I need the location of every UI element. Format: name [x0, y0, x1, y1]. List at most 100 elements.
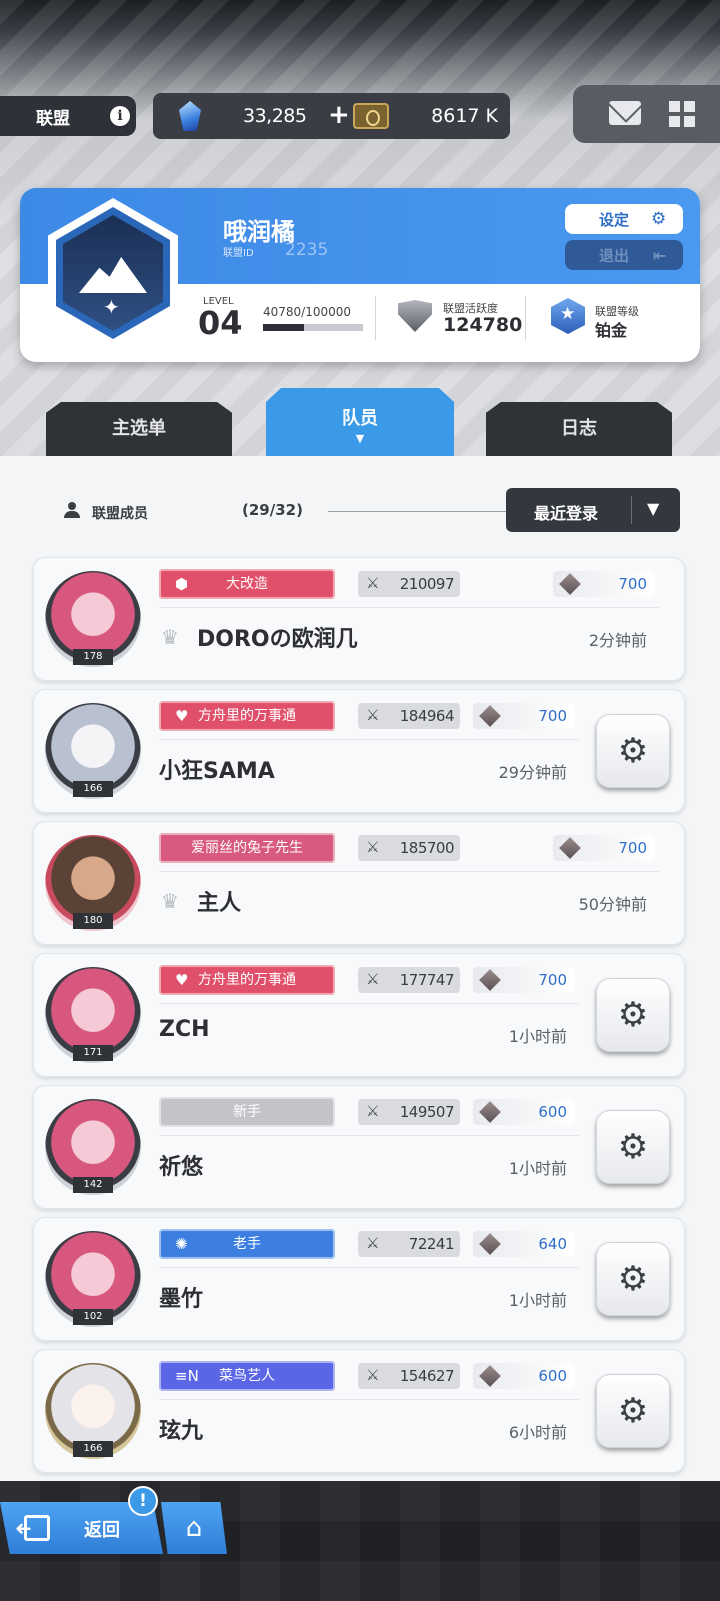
contribution-value: 600: [538, 1103, 567, 1121]
member-settings-button[interactable]: ⚙: [596, 978, 670, 1052]
home-button[interactable]: ⌂: [161, 1502, 227, 1554]
contribution-value: 640: [538, 1235, 567, 1253]
title-badge: 爱丽丝的兔子先生: [159, 833, 335, 863]
exp-value: 40780/100000: [263, 305, 352, 319]
exit-button[interactable]: 退出 ⇤: [565, 240, 683, 270]
member-settings-button[interactable]: ⚙: [596, 1110, 670, 1184]
alert-badge: !: [128, 1486, 158, 1516]
star-icon: ✦: [103, 295, 120, 319]
contribution: 640: [473, 1231, 575, 1257]
combat-power-value: 72241: [408, 1235, 455, 1253]
tab-members[interactable]: 队员 ▼: [266, 388, 454, 458]
title-badge: ≡N 菜鸟艺人: [159, 1361, 335, 1391]
diamond-icon: [479, 1101, 501, 1123]
tab-log[interactable]: 日志: [486, 402, 672, 456]
title-label: 方舟里的万事通: [198, 708, 296, 724]
home-icon: ⌂: [185, 1513, 203, 1543]
exit-icon: ⇤: [653, 245, 667, 265]
sword-icon: ⚔: [366, 706, 380, 724]
contribution-value: 700: [618, 839, 647, 857]
combat-power: ⚔ 184964: [358, 703, 460, 729]
member-row[interactable]: 166 ♥ 方舟里的万事通 ⚔ 184964 700 小狂SAMA 29分钟前: [33, 689, 685, 813]
tab-main[interactable]: 主选单: [46, 402, 232, 456]
combat-power-value: 154627: [399, 1367, 455, 1385]
gear-icon: ⚙: [617, 1127, 649, 1167]
settings-button[interactable]: 设定 ⚙: [565, 204, 683, 234]
contribution: 700: [553, 571, 655, 597]
mail-icon[interactable]: [609, 101, 641, 125]
member-level: 142: [73, 1177, 113, 1193]
member-name: 小狂SAMA: [159, 759, 275, 784]
member-row[interactable]: 142 新手 ⚔ 149507 600 祈悠 1小时前: [33, 1085, 685, 1209]
divider: [159, 739, 579, 740]
credit-icon: [353, 103, 389, 129]
divider: [525, 296, 526, 340]
divider: [159, 1135, 579, 1136]
member-settings-button[interactable]: ⚙: [596, 714, 670, 788]
credit-count: 8617 K: [431, 105, 498, 127]
info-icon[interactable]: i: [110, 106, 130, 126]
add-gems-button[interactable]: +: [328, 100, 350, 130]
title-label: 新手: [233, 1104, 261, 1120]
contribution: 700: [473, 967, 575, 993]
chevron-down-icon: ▼: [647, 499, 660, 518]
combat-power-value: 185700: [399, 839, 455, 857]
member-row[interactable]: 178 ⬢ 大改造 ⚔ 210097 700 ♛ DOROの欧润几 2分钟前: [33, 557, 685, 681]
member-row[interactable]: 166 ≡N 菜鸟艺人 ⚔ 154627 600 玹九 6小时前: [33, 1349, 685, 1473]
title-label: 爱丽丝的兔子先生: [191, 840, 303, 856]
title-label: 大改造: [226, 576, 268, 592]
combat-power: ⚔ 154627: [358, 1363, 460, 1389]
alliance-id: 2235: [285, 240, 329, 260]
back-icon: [24, 1515, 50, 1541]
title-badge: ♥ 方舟里的万事通: [159, 701, 335, 731]
contribution: 600: [473, 1099, 575, 1125]
title-icon: ✺: [175, 1235, 188, 1253]
member-level: 178: [73, 649, 113, 665]
gear-icon: ⚙: [617, 1259, 649, 1299]
gear-icon: ⚙: [617, 731, 649, 771]
member-name: 墨竹: [159, 1287, 204, 1312]
exit-label: 退出: [599, 246, 630, 265]
divider: [159, 607, 659, 608]
gear-icon: ⚙: [617, 1391, 649, 1431]
tab-caret-icon: ▼: [355, 432, 365, 445]
diamond-icon: [479, 969, 501, 991]
members-label: 联盟成员: [92, 506, 148, 522]
member-settings-button[interactable]: ⚙: [596, 1242, 670, 1316]
title-badge: ✺ 老手: [159, 1229, 335, 1259]
member-name: ZCH: [159, 1017, 210, 1042]
member-row[interactable]: 171 ♥ 方舟里的万事通 ⚔ 177747 700 ZCH 1小时前: [33, 953, 685, 1077]
last-login-time: 1小时前: [508, 1027, 567, 1046]
sword-icon: ⚔: [366, 838, 380, 856]
title-badge: ⬢ 大改造: [159, 569, 335, 599]
member-settings-button[interactable]: ⚙: [596, 1374, 670, 1448]
diamond-icon: [479, 705, 501, 727]
member-level: 166: [73, 1441, 113, 1457]
combat-power-value: 210097: [399, 575, 455, 593]
alliance-label: 联盟: [36, 108, 70, 129]
member-name: 祈悠: [159, 1155, 204, 1180]
contribution: 700: [553, 835, 655, 861]
member-row[interactable]: 102 ✺ 老手 ⚔ 72241 640 墨竹 1小时前: [33, 1217, 685, 1341]
combat-power: ⚔ 210097: [358, 571, 460, 597]
diamond-icon: [479, 1365, 501, 1387]
combat-power: ⚔ 72241: [358, 1231, 460, 1257]
menu-grid-icon[interactable]: [669, 101, 695, 127]
people-icon: [64, 502, 82, 518]
title-label: 方舟里的万事通: [198, 972, 296, 988]
member-name: 主人: [197, 891, 242, 916]
sort-label: 最近登录: [534, 504, 599, 523]
exp-progress-fill: [263, 324, 304, 331]
crown-icon: ♛: [161, 889, 179, 913]
exp-progress-bar: [263, 324, 363, 331]
title-icon: ♥: [175, 971, 189, 989]
sort-dropdown[interactable]: 最近登录 ▼: [506, 488, 680, 532]
gear-icon: ⚙: [617, 995, 649, 1035]
sword-icon: ⚔: [366, 1366, 380, 1384]
last-login-time: 1小时前: [508, 1159, 567, 1178]
title-icon: ⬢: [175, 575, 189, 593]
tab-members-label: 队员: [342, 408, 378, 429]
title-icon: ≡N: [175, 1367, 199, 1385]
member-row[interactable]: 180 爱丽丝的兔子先生 ⚔ 185700 700 ♛ 主人 50分钟前: [33, 821, 685, 945]
combat-power: ⚔ 177747: [358, 967, 460, 993]
